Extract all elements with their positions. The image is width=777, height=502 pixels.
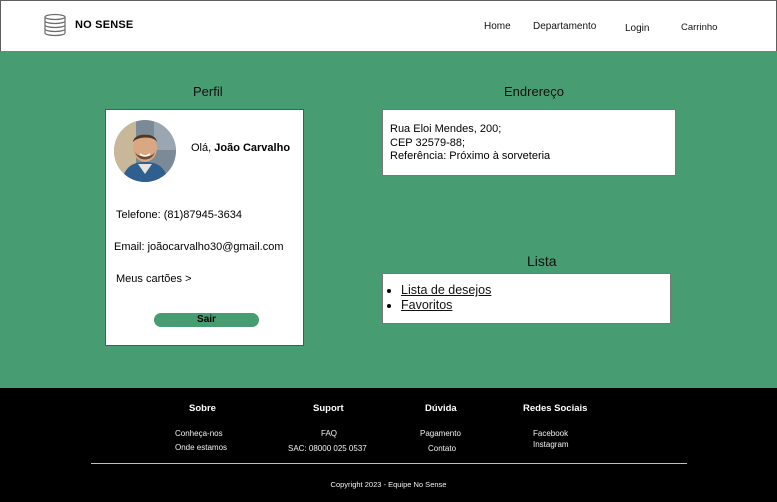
footer-link-facebook[interactable]: Facebook — [533, 429, 568, 438]
site-header: NO SENSE Home Departamento Login Carrinh… — [0, 0, 777, 51]
footer-link-contato[interactable]: Contato — [428, 444, 456, 453]
list-title: Lista — [527, 253, 557, 269]
profile-card: Olá, João Carvalho Telefone: (81)87945-3… — [105, 109, 304, 346]
nav-home[interactable]: Home — [484, 21, 511, 32]
site-footer: Sobre Conheça-nos Onde estamos Suport FA… — [0, 388, 777, 502]
profile-title: Perfil — [193, 84, 223, 99]
footer-heading-suport: Suport — [313, 403, 344, 414]
nav-departamento[interactable]: Departamento — [533, 21, 596, 32]
footer-heading-duvida: Dúvida — [425, 403, 457, 414]
avatar — [114, 120, 176, 182]
address-title: Endrereço — [504, 84, 564, 99]
address-line-reference: Referência: Próximo à sorveteria — [390, 150, 551, 162]
list-item: Lista de desejos — [401, 283, 670, 298]
footer-link-faq[interactable]: FAQ — [321, 429, 337, 438]
footer-link-sac[interactable]: SAC: 08000 025 0537 — [288, 444, 367, 453]
nav-carrinho[interactable]: Carrinho — [681, 22, 717, 33]
footer-heading-sobre: Sobre — [189, 403, 216, 414]
favorites-link[interactable]: Favoritos — [401, 298, 452, 312]
list-item: Favoritos — [401, 298, 670, 313]
footer-link-pagamento[interactable]: Pagamento — [420, 429, 461, 438]
footer-link-onde-estamos[interactable]: Onde estamos — [175, 443, 227, 452]
logout-button[interactable]: Sair — [154, 313, 259, 327]
greeting: Olá, João Carvalho — [191, 142, 290, 154]
address-line-street: Rua Eloi Mendes, 200; — [390, 123, 502, 135]
my-cards-link[interactable]: Meus cartões > — [116, 273, 192, 285]
nav-login[interactable]: Login — [625, 23, 649, 34]
address-box: Rua Eloi Mendes, 200; CEP 32579-88; Refe… — [382, 109, 676, 176]
email-text: Email: joãocarvalho30@gmail.com — [114, 241, 284, 253]
footer-divider — [91, 463, 687, 464]
footer-heading-redes-sociais: Redes Sociais — [523, 403, 588, 414]
stack-icon[interactable] — [43, 13, 67, 39]
phone-text: Telefone: (81)87945-3634 — [116, 209, 242, 221]
list-box: Lista de desejos Favoritos — [382, 273, 671, 324]
wishlist-link[interactable]: Lista de desejos — [401, 283, 491, 297]
greeting-prefix: Olá, — [191, 142, 215, 154]
footer-link-instagram[interactable]: Instagram — [533, 440, 569, 449]
copyright-text: Copyright 2023 - Equipe No Sense — [330, 480, 447, 489]
user-name: João Carvalho — [214, 142, 291, 154]
main-content: Perfil Olá, João Carvalho Telefone: (81)… — [0, 51, 777, 388]
footer-link-conheca[interactable]: Conheça-nos — [175, 429, 223, 438]
address-line-cep: CEP 32579-88; — [390, 136, 466, 149]
brand-name[interactable]: NO SENSE — [75, 19, 133, 31]
